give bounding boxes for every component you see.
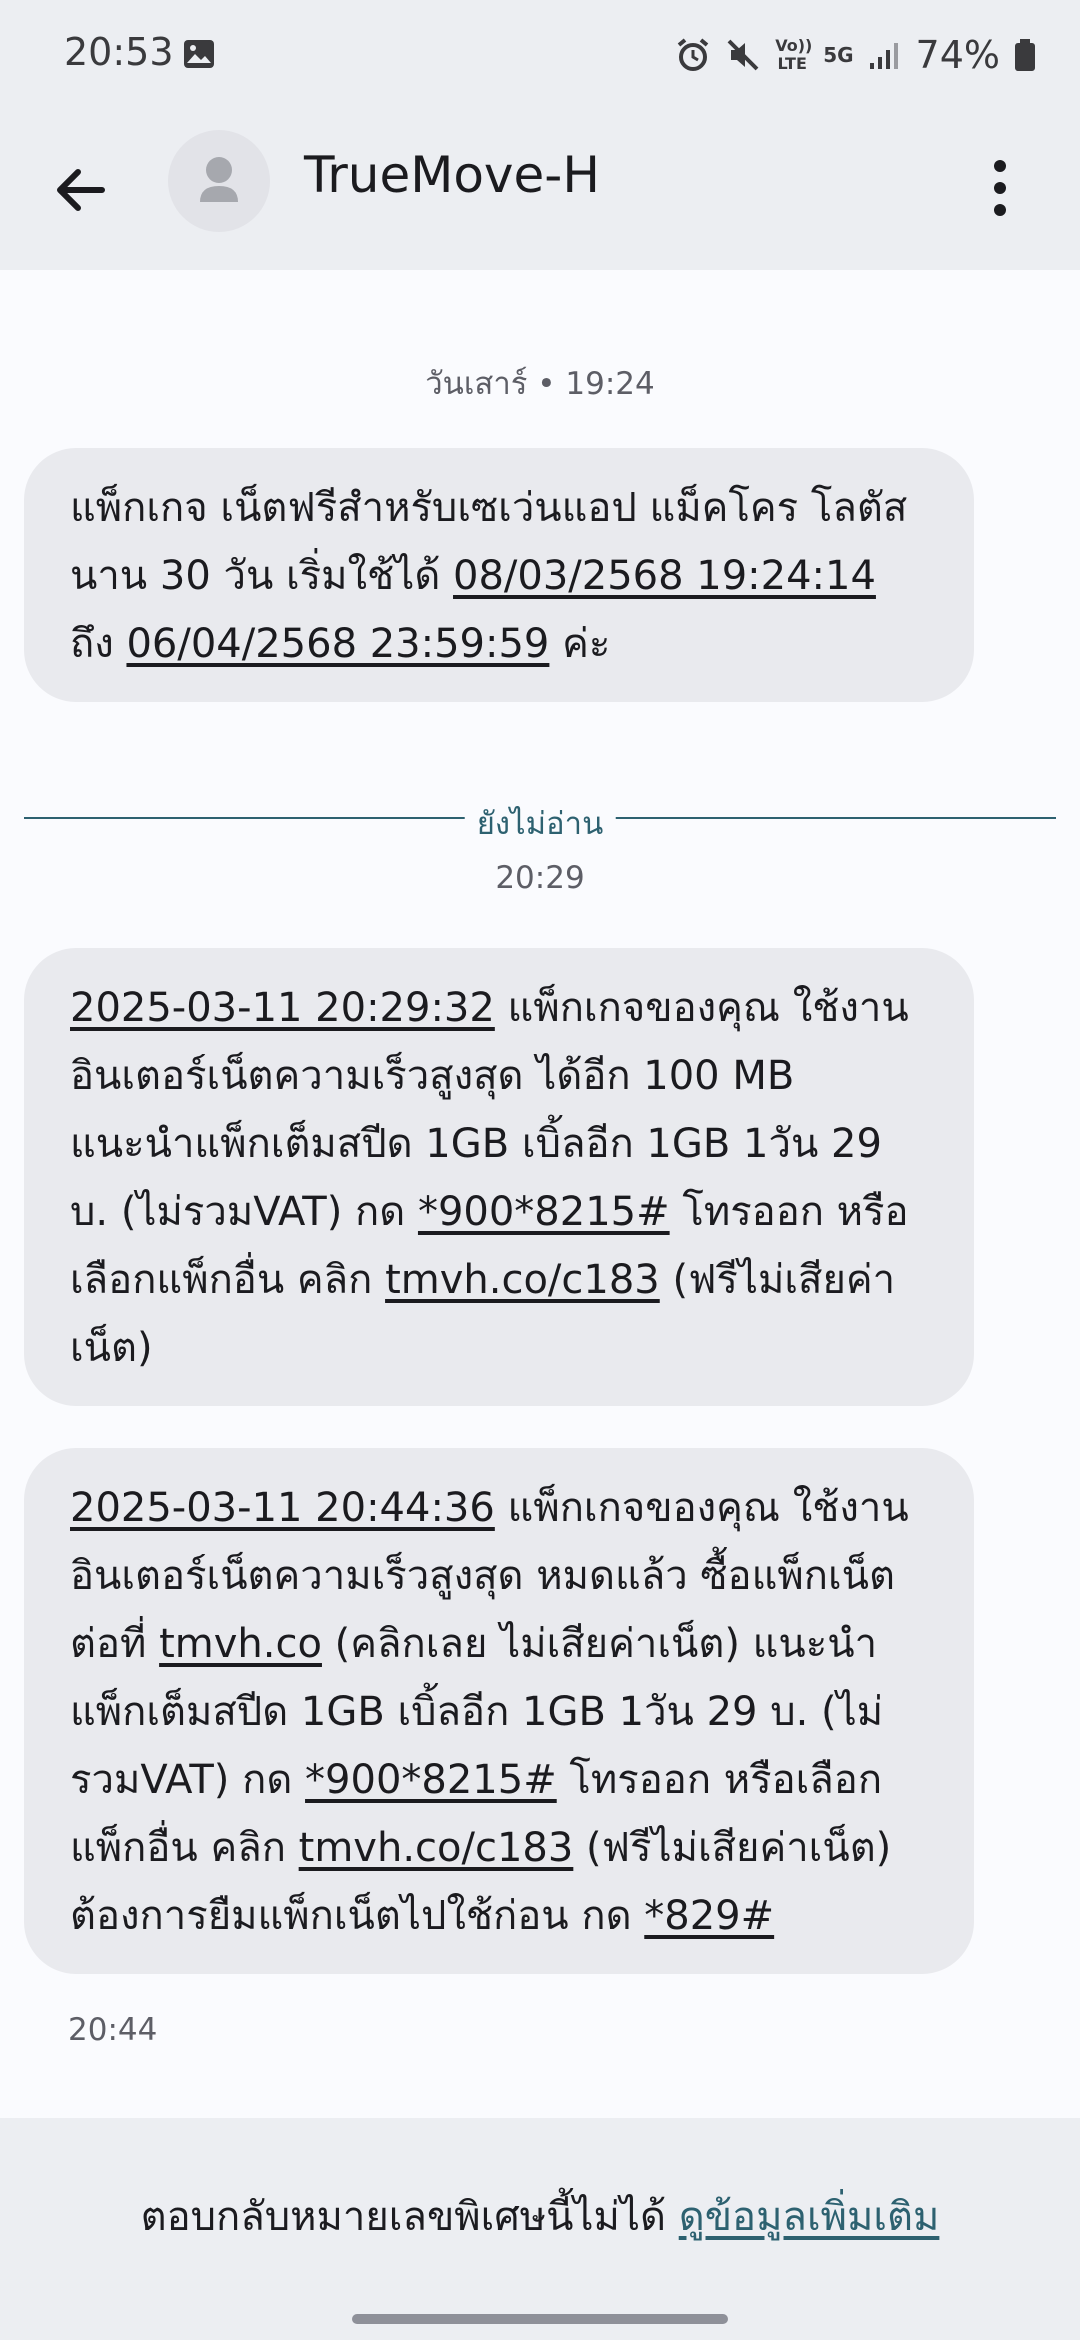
unread-divider: ยังไม่อ่าน bbox=[24, 798, 1056, 848]
url-link[interactable]: tmvh.co/c183 bbox=[299, 1825, 574, 1871]
mute-icon bbox=[727, 39, 759, 71]
more-options-icon[interactable] bbox=[980, 148, 1020, 228]
learn-more-link[interactable]: ดูข้อมูลเพิ่มเติม bbox=[679, 2194, 940, 2240]
person-icon bbox=[200, 157, 238, 202]
reply-notice: ตอบกลับหมายเลขพิเศษนี้ไม่ได้ ดูข้อมูลเพิ… bbox=[0, 2184, 1080, 2248]
network-5g-icon: 5G bbox=[823, 43, 854, 67]
alarm-icon bbox=[677, 38, 709, 71]
url-link[interactable]: tmvh.co bbox=[159, 1621, 322, 1667]
volte-icon: Vo)) LTE bbox=[775, 36, 813, 73]
status-time: 20:53 bbox=[64, 30, 174, 74]
date-stamp: วันเสาร์ • 19:24 bbox=[425, 366, 655, 402]
message-bubble[interactable]: 2025-03-11 20:44:36 แพ็กเกจของคุณ ใช้งาน… bbox=[24, 1448, 974, 1974]
status-icons: Vo)) LTE 5G 74% bbox=[675, 28, 1036, 82]
image-notification-icon bbox=[184, 40, 214, 68]
gesture-nav-handle[interactable] bbox=[352, 2314, 728, 2324]
date-link[interactable]: 2025-03-11 20:44:36 bbox=[70, 1485, 495, 1531]
contact-avatar[interactable] bbox=[168, 130, 270, 232]
message-bubble[interactable]: แพ็กเกจ เน็ตฟรีสำหรับเซเว่นแอป แม็คโคร โ… bbox=[24, 448, 974, 702]
date-link[interactable]: 2025-03-11 20:29:32 bbox=[70, 985, 495, 1031]
message-text: ถึง bbox=[70, 621, 127, 667]
message-timestamp: 20:44 bbox=[68, 2012, 158, 2048]
url-link[interactable]: tmvh.co/c183 bbox=[385, 1257, 660, 1303]
reply-disabled-footer: ตอบกลับหมายเลขพิเศษนี้ไม่ได้ ดูข้อมูลเพิ… bbox=[0, 2118, 1080, 2340]
unread-label: ยังไม่อ่าน bbox=[464, 798, 616, 848]
reply-notice-text: ตอบกลับหมายเลขพิเศษนี้ไม่ได้ bbox=[140, 2194, 679, 2240]
message-timestamp: 20:29 bbox=[495, 860, 585, 896]
signal-icon bbox=[869, 43, 898, 69]
conversation-header: TrueMove-H bbox=[0, 110, 1080, 270]
message-text: ค่ะ bbox=[549, 621, 611, 667]
contact-name: TrueMove-H bbox=[304, 146, 600, 204]
battery-icon bbox=[1015, 39, 1035, 71]
ussd-code-link[interactable]: *900*8215# bbox=[418, 1189, 670, 1235]
battery-percent: 74% bbox=[915, 33, 1000, 77]
back-arrow-icon[interactable] bbox=[42, 152, 118, 228]
date-link[interactable]: 06/04/2568 23:59:59 bbox=[126, 621, 549, 667]
ussd-code-link[interactable]: *829# bbox=[644, 1893, 774, 1939]
date-link[interactable]: 08/03/2568 19:24:14 bbox=[453, 553, 876, 599]
ussd-code-link[interactable]: *900*8215# bbox=[305, 1757, 557, 1803]
message-bubble[interactable]: 2025-03-11 20:29:32 แพ็กเกจของคุณ ใช้งาน… bbox=[24, 948, 974, 1406]
status-bar: 20:53 Vo)) LTE 5G 74% bbox=[0, 0, 1080, 110]
